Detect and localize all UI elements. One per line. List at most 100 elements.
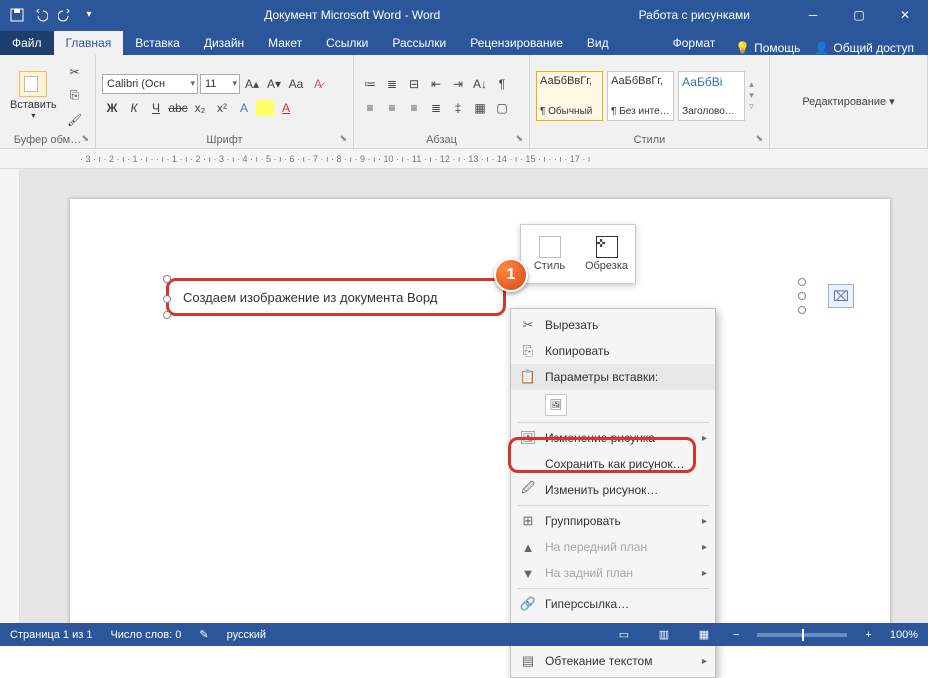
editing-dropdown[interactable]: Редактирование ▾ [802,95,894,108]
page[interactable] [70,199,890,623]
menu-edit-picture[interactable]: 🖉Изменить рисунок… [511,477,715,503]
borders-icon[interactable]: ▢ [492,98,512,118]
tab-mailings[interactable]: Рассылки [380,31,458,55]
mini-style-button[interactable]: Стиль [521,225,578,283]
align-right-icon[interactable]: ≡ [404,98,424,118]
group-clipboard: Вставить▾ ✂ ⎘ 🖌 Буфер обм…⬊ [0,55,96,148]
undo-icon[interactable] [32,6,50,24]
justify-icon[interactable]: ≣ [426,98,446,118]
spellcheck-icon[interactable]: ✎ [199,628,208,641]
selection-handle[interactable] [798,292,806,300]
indent-inc-icon[interactable]: ⇥ [448,74,468,94]
subscript-button[interactable]: x₂ [190,98,210,118]
align-left-icon[interactable]: ≡ [360,98,380,118]
tab-insert[interactable]: Вставка [123,31,192,55]
edit-icon: 🖉 [519,481,537,499]
link-icon: 🔗 [519,595,537,613]
font-name-combo[interactable]: Calibri (Осн [102,74,198,94]
superscript-button[interactable]: x² [212,98,232,118]
font-size-combo[interactable]: 11 [200,74,240,94]
menu-send-back[interactable]: ▼На задний план▸ [511,560,715,586]
status-language[interactable]: русский [227,629,266,641]
save-icon[interactable] [8,6,26,24]
tab-view[interactable]: Вид [575,31,621,55]
multilevel-icon[interactable]: ⊟ [404,74,424,94]
menu-save-as-picture[interactable]: Сохранить как рисунок… [511,451,715,477]
style-no-spacing[interactable]: АаБбВвГг,¶ Без инте… [607,71,674,121]
bullets-icon[interactable]: ≔ [360,74,380,94]
close-button[interactable]: ✕ [882,0,928,29]
pilcrow-icon[interactable]: ¶ [492,74,512,94]
font-color-icon[interactable]: A [276,98,296,118]
menu-bring-front[interactable]: ▲На передний план▸ [511,534,715,560]
layout-options-icon[interactable]: ⌧ [828,284,854,308]
indent-dec-icon[interactable]: ⇤ [426,74,446,94]
zoom-level[interactable]: 100% [890,629,918,641]
copy-icon[interactable]: ⎘ [65,86,85,106]
status-page[interactable]: Страница 1 из 1 [10,629,92,641]
grow-font-icon[interactable]: A▴ [242,74,262,94]
tab-review[interactable]: Рецензирование [458,31,575,55]
quick-access-toolbar: ▾ [0,6,106,24]
paste-option-picture[interactable]: 🖼 [545,394,567,416]
shrink-font-icon[interactable]: A▾ [264,74,284,94]
share-button[interactable]: 👤Общий доступ [814,41,914,55]
mini-crop-button[interactable]: ✜Обрезка [578,225,635,283]
contextual-tools-title: Работа с рисунками [599,8,790,22]
tab-references[interactable]: Ссылки [314,31,380,55]
selection-handle[interactable] [163,295,171,303]
strike-button[interactable]: abc [168,98,188,118]
paste-button[interactable]: Вставить▾ [6,69,61,122]
maximize-button[interactable]: ▢ [836,0,882,29]
menu-cut[interactable]: ✂Вырезать [511,312,715,338]
status-word-count[interactable]: Число слов: 0 [110,629,181,641]
selection-handle[interactable] [798,278,806,286]
menu-hyperlink[interactable]: 🔗Гиперссылка… [511,591,715,617]
zoom-in-button[interactable]: + [865,629,871,641]
menu-copy[interactable]: ⎘Копировать [511,338,715,364]
shading-icon[interactable]: ▦ [470,98,490,118]
style-heading[interactable]: АаБбВіЗаголово… [678,71,745,121]
tab-format[interactable]: Формат [661,31,728,55]
selection-handle[interactable] [163,275,171,283]
italic-button[interactable]: К [124,98,144,118]
menu-change-picture[interactable]: 🖼Изменение рисунка▸ [511,425,715,451]
align-center-icon[interactable]: ≡ [382,98,402,118]
callout-badge-1: 1 [494,258,528,292]
selection-handle[interactable] [163,311,171,319]
tab-layout[interactable]: Макет [256,31,314,55]
qat-dropdown-icon[interactable]: ▾ [80,6,98,24]
numbering-icon[interactable]: ≣ [382,74,402,94]
underline-button[interactable]: Ч [146,98,166,118]
clear-format-icon[interactable]: A̷ [308,74,328,94]
clipboard-icon: 📋 [519,368,537,386]
view-print-icon[interactable]: ▥ [653,626,675,644]
redo-icon[interactable] [56,6,74,24]
change-case-icon[interactable]: Aa [286,74,306,94]
bold-button[interactable]: Ж [102,98,122,118]
minimize-button[interactable]: ─ [790,0,836,29]
tab-file[interactable]: Файл [0,31,54,55]
tab-design[interactable]: Дизайн [192,31,256,55]
view-web-icon[interactable]: ▦ [693,626,715,644]
view-read-icon[interactable]: ▭ [613,626,635,644]
highlight-icon[interactable] [256,100,274,116]
style-normal[interactable]: АаБбВвГг,¶ Обычный [536,71,603,121]
text-effects-icon[interactable]: A [234,98,254,118]
zoom-slider[interactable] [757,633,847,637]
menu-group[interactable]: ⊞Группировать▸ [511,508,715,534]
sort-icon[interactable]: A↓ [470,74,490,94]
line-spacing-icon[interactable]: ‡ [448,98,468,118]
document-area [0,169,928,623]
styles-expand-icon[interactable]: ▴▾▿ [749,79,763,112]
cut-icon[interactable]: ✂ [65,62,85,82]
zoom-out-button[interactable]: − [733,629,739,641]
tab-home[interactable]: Главная [54,31,124,55]
format-painter-icon[interactable]: 🖌 [65,110,85,130]
selected-text-object[interactable]: Создаем изображение из документа Ворд [166,278,506,316]
vertical-ruler[interactable] [0,169,20,623]
menu-text-wrap[interactable]: ▤Обтекание текстом▸ [511,648,715,674]
help-button[interactable]: 💡Помощь [735,41,800,55]
selection-handle[interactable] [798,306,806,314]
horizontal-ruler[interactable]: · 3 · ı · 2 · ı · 1 · ı · · ı · 1 · ı · … [0,149,928,169]
